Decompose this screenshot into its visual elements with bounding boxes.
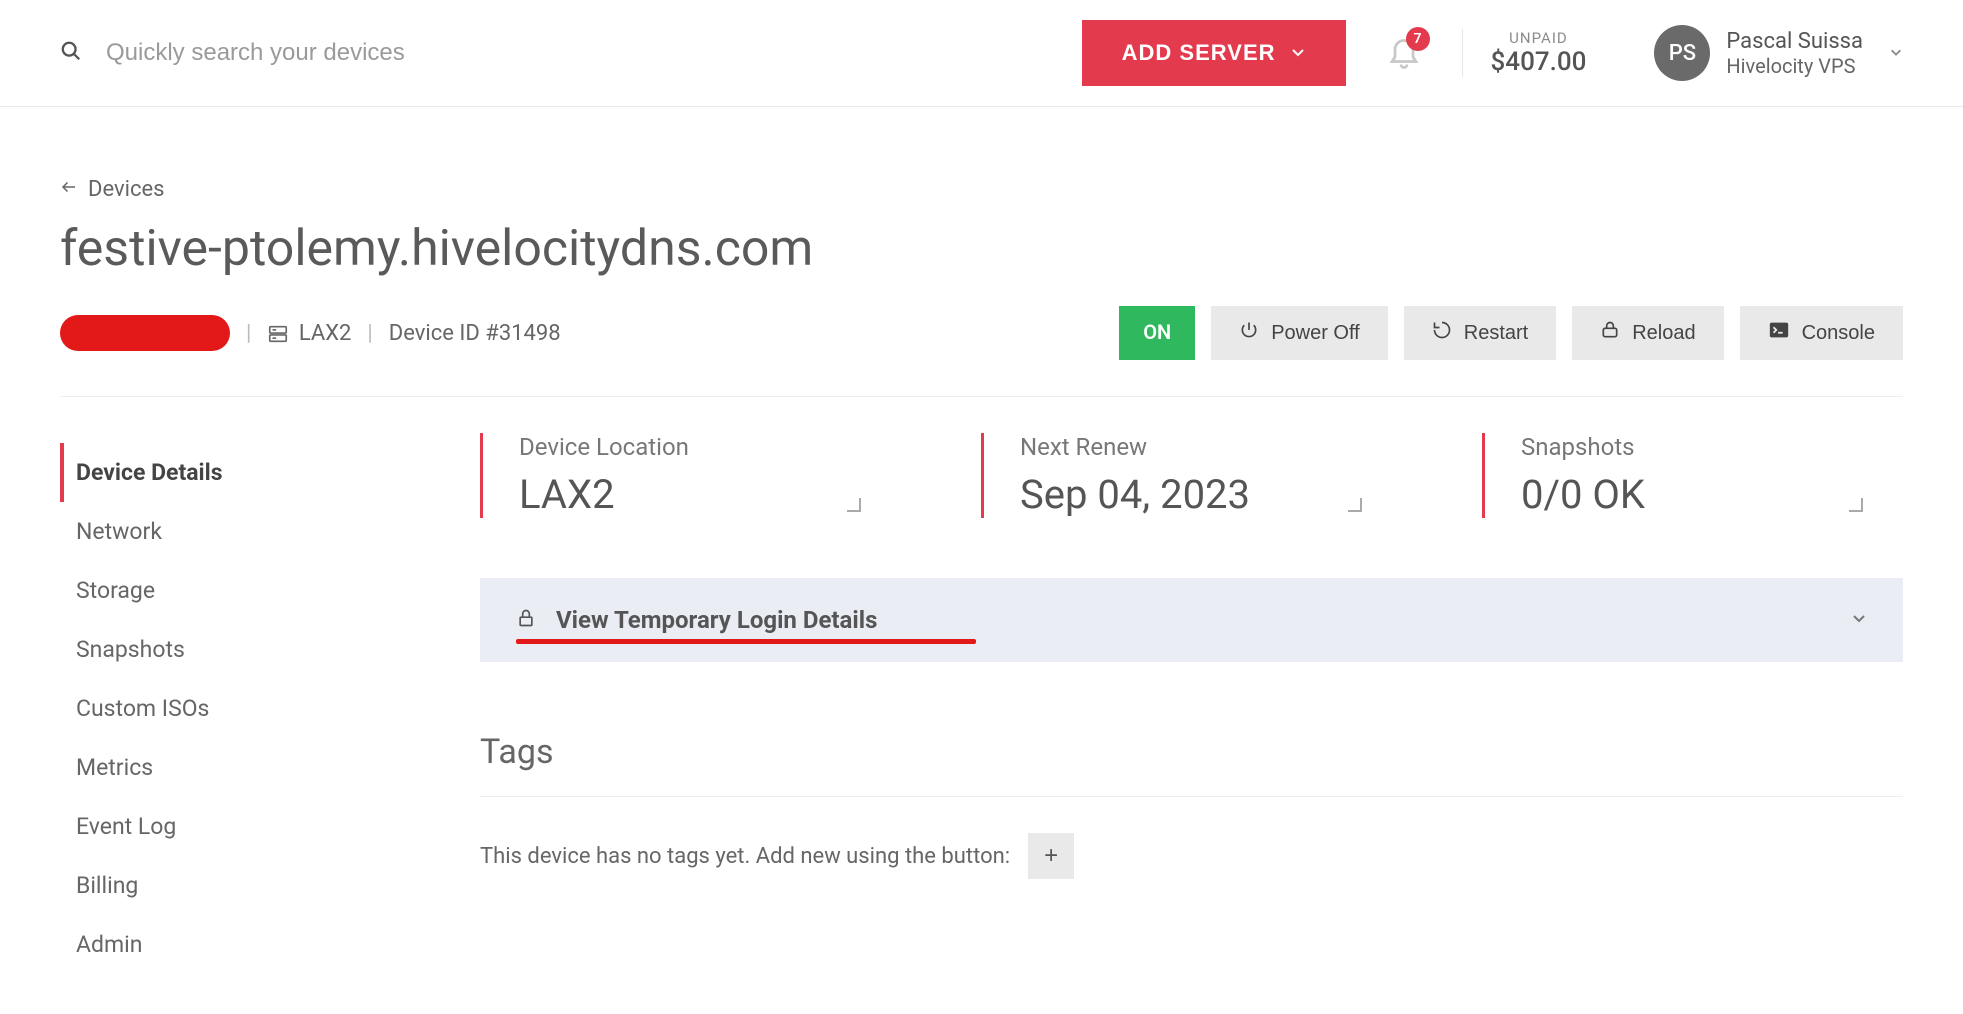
restart-button[interactable]: Restart — [1404, 306, 1556, 360]
tags-section: Tags This device has no tags yet. Add ne… — [480, 732, 1903, 879]
breadcrumb[interactable]: Devices — [60, 177, 1903, 202]
sidebar-item-snapshots[interactable]: Snapshots — [60, 620, 480, 679]
lock-icon — [516, 608, 536, 632]
divider — [60, 396, 1903, 397]
separator: | — [367, 321, 372, 346]
divider — [480, 796, 1903, 797]
power-off-label: Power Off — [1271, 322, 1360, 345]
notifications-button[interactable]: 7 — [1366, 33, 1442, 73]
expand-icon — [1849, 498, 1863, 512]
sidebar-item-custom-isos[interactable]: Custom ISOs — [60, 679, 480, 738]
stat-label: Device Location — [519, 433, 901, 461]
avatar: PS — [1654, 25, 1710, 81]
sidebar-item-device-details[interactable]: Device Details — [60, 443, 480, 502]
add-server-button[interactable]: ADD SERVER — [1082, 20, 1346, 86]
page-title: festive-ptolemy.hivelocitydns.com — [60, 220, 1903, 278]
stats-row: Device Location LAX2 Next Renew Sep 04, … — [480, 433, 1903, 518]
app-header: ADD SERVER 7 UNPAID $407.00 PS Pascal Su… — [0, 0, 1963, 107]
stat-value: 0/0 OK — [1521, 471, 1903, 518]
unpaid-summary[interactable]: UNPAID $407.00 — [1462, 29, 1615, 77]
action-bar: ON Power Off Restart Reload — [1119, 306, 1903, 360]
highlight-underline — [516, 639, 976, 644]
login-details-label: View Temporary Login Details — [556, 606, 877, 634]
chevron-down-icon — [1290, 40, 1306, 66]
sidebar-item-storage[interactable]: Storage — [60, 561, 480, 620]
stat-snapshots[interactable]: Snapshots 0/0 OK — [1482, 433, 1903, 518]
unpaid-value: $407.00 — [1491, 47, 1587, 77]
power-icon — [1239, 320, 1259, 346]
device-id: Device ID #31498 — [389, 321, 561, 346]
tags-empty-row: This device has no tags yet. Add new usi… — [480, 833, 1903, 879]
sidebar-item-admin[interactable]: Admin — [60, 915, 480, 974]
expand-icon — [1348, 498, 1362, 512]
add-server-label: ADD SERVER — [1122, 40, 1276, 66]
console-button[interactable]: Console — [1740, 306, 1903, 360]
search-input[interactable] — [106, 39, 1062, 67]
stat-location[interactable]: Device Location LAX2 — [480, 433, 901, 518]
chevron-down-icon — [1889, 44, 1903, 63]
restart-icon — [1432, 320, 1452, 346]
user-org: Hivelocity VPS — [1726, 54, 1863, 78]
status-on: ON — [1119, 306, 1195, 360]
stat-label: Next Renew — [1020, 433, 1402, 461]
separator: | — [246, 321, 251, 346]
add-tag-button[interactable]: + — [1028, 833, 1074, 879]
reload-button[interactable]: Reload — [1572, 306, 1723, 360]
user-name: Pascal Suissa — [1726, 29, 1863, 54]
sidebar-item-event-log[interactable]: Event Log — [60, 797, 480, 856]
details-panel: Device Location LAX2 Next Renew Sep 04, … — [480, 433, 1903, 974]
stat-value: Sep 04, 2023 — [1020, 471, 1402, 518]
server-icon — [267, 321, 298, 346]
sidebar-item-billing[interactable]: Billing — [60, 856, 480, 915]
reload-label: Reload — [1632, 322, 1695, 345]
main-content: Devices festive-ptolemy.hivelocitydns.co… — [0, 107, 1963, 1014]
sidebar: Device Details Network Storage Snapshots… — [60, 433, 480, 974]
tags-title: Tags — [480, 732, 1903, 772]
content-row: Device Details Network Storage Snapshots… — [60, 433, 1903, 974]
redacted-ip — [60, 315, 230, 351]
location-short: LAX2 — [299, 321, 352, 346]
sidebar-item-metrics[interactable]: Metrics — [60, 738, 480, 797]
bell-icon — [1386, 54, 1422, 73]
search-wrap — [60, 39, 1062, 67]
stat-label: Snapshots — [1521, 433, 1903, 461]
user-text: Pascal Suissa Hivelocity VPS — [1726, 29, 1863, 78]
sidebar-item-network[interactable]: Network — [60, 502, 480, 561]
notification-badge: 7 — [1406, 27, 1430, 51]
device-location-chip: LAX2 — [267, 321, 351, 346]
stat-renew[interactable]: Next Renew Sep 04, 2023 — [981, 433, 1402, 518]
login-details-panel[interactable]: View Temporary Login Details — [480, 578, 1903, 662]
search-icon — [60, 40, 82, 66]
console-icon — [1768, 320, 1790, 346]
user-menu[interactable]: PS Pascal Suissa Hivelocity VPS — [1634, 25, 1903, 81]
restart-label: Restart — [1464, 322, 1528, 345]
breadcrumb-label: Devices — [88, 177, 165, 202]
power-off-button[interactable]: Power Off — [1211, 306, 1388, 360]
chevron-down-icon — [1851, 610, 1867, 630]
expand-icon — [847, 498, 861, 512]
console-label: Console — [1802, 322, 1875, 345]
device-meta-row: | LAX2 | Device ID #31498 ON Power Off — [60, 306, 1903, 360]
reload-icon — [1600, 320, 1620, 346]
unpaid-label: UNPAID — [1491, 29, 1587, 47]
tags-empty-text: This device has no tags yet. Add new usi… — [480, 844, 1010, 869]
arrow-left-icon — [60, 177, 78, 202]
stat-value: LAX2 — [519, 471, 901, 518]
